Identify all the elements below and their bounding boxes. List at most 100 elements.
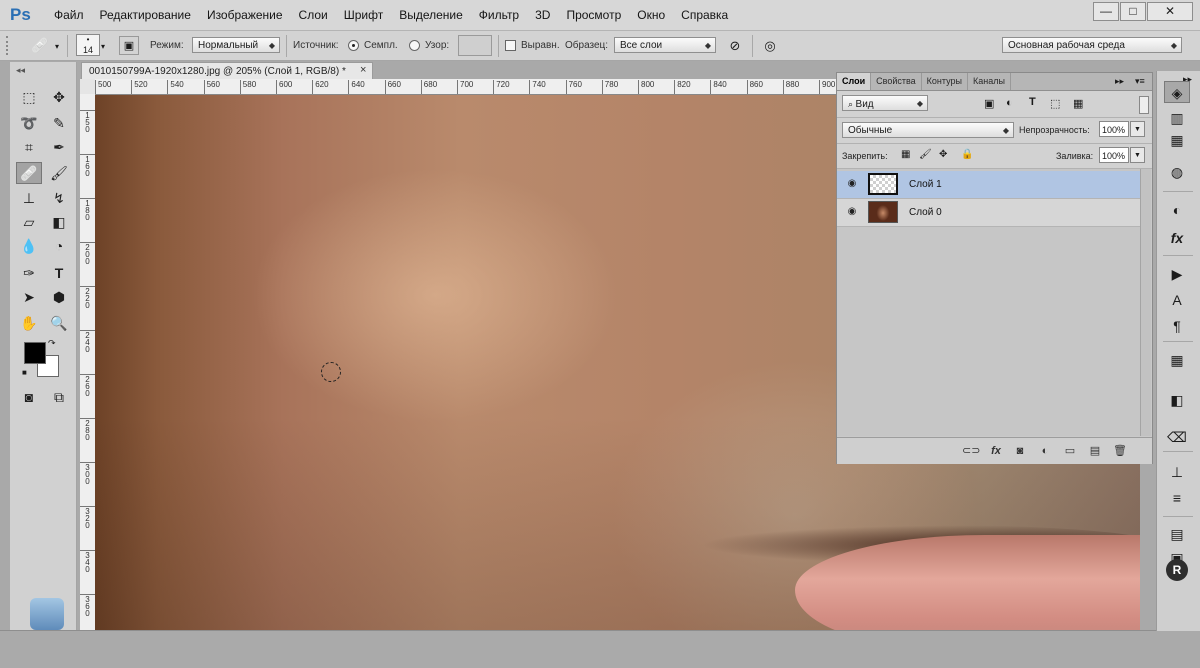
mask-icon[interactable]: ◙ <box>1013 444 1027 458</box>
actions-icon[interactable]: ▶ <box>1164 263 1190 285</box>
clone-stamp-tool-icon[interactable]: ⊥ <box>18 187 40 209</box>
spot-healing-tool-icon[interactable]: 🩹 <box>26 36 54 55</box>
menu-3d[interactable]: 3D <box>527 8 558 22</box>
adjustment-icon[interactable]: ◐ <box>1038 444 1052 458</box>
visibility-eye-icon[interactable]: ◉ <box>845 207 859 217</box>
filter-pixel-icon[interactable]: ▣ <box>984 97 994 110</box>
fx-icon[interactable]: fx <box>1164 227 1190 249</box>
link-icon[interactable]: ⊂⊃ <box>962 444 980 458</box>
menu-layers[interactable]: Слои <box>291 8 336 22</box>
collapse-toolbox-icon[interactable]: ◂◂ <box>16 65 25 76</box>
dodge-tool-icon[interactable]: ◔ <box>48 235 70 257</box>
crop-tool-icon[interactable]: ⌗ <box>18 136 40 158</box>
tab-channels[interactable]: Каналы <box>968 73 1011 90</box>
menu-file[interactable]: Файл <box>46 8 92 22</box>
layer-row-0[interactable]: ◉ Слой 0 <box>837 199 1140 227</box>
menu-image[interactable]: Изображение <box>199 8 291 22</box>
lock-transparency-icon[interactable]: ▦ <box>901 149 910 160</box>
source-sampled-radio[interactable] <box>348 40 359 51</box>
minimize-button[interactable]: — <box>1093 2 1119 21</box>
layers-icon[interactable]: ◈ <box>1164 81 1190 103</box>
quick-mask-icon[interactable]: ◙ <box>18 386 40 408</box>
brush-size-picker[interactable]: • 14 <box>76 34 100 56</box>
hand-tool-icon[interactable]: ✋ <box>18 312 40 334</box>
layer-name[interactable]: Слой 1 <box>909 179 942 190</box>
lock-all-icon[interactable]: 🔒 <box>961 149 973 160</box>
trash-icon[interactable]: 🗑 <box>1113 444 1127 458</box>
r-icon[interactable]: R <box>1166 559 1188 581</box>
menu-edit[interactable]: Редактирование <box>92 8 199 22</box>
brush-picker-arrow-icon[interactable]: ▾ <box>101 42 105 51</box>
quick-select-tool-icon[interactable]: ✎ <box>48 112 70 134</box>
zoom-tool-icon[interactable]: 🔍 <box>48 312 70 334</box>
filter-toggle[interactable] <box>1139 96 1149 114</box>
lock-pixels-icon[interactable]: 🖌 <box>919 149 932 160</box>
adjust-icon[interactable]: ▥ <box>1164 107 1190 129</box>
source-pattern-radio[interactable] <box>409 40 420 51</box>
group-icon[interactable]: ▭ <box>1063 444 1077 458</box>
eyedropper-tool-icon[interactable]: ✒ <box>48 136 70 158</box>
filter-smart-object-icon[interactable]: ▦ <box>1073 97 1083 110</box>
move-tool-icon[interactable]: ✥ <box>48 86 70 108</box>
foreground-color-swatch[interactable] <box>24 342 46 364</box>
fill-input[interactable]: 100% <box>1099 147 1129 163</box>
pattern-picker[interactable] <box>458 35 492 56</box>
tool-presets-icon[interactable]: ◧ <box>1164 389 1190 411</box>
visibility-eye-icon[interactable]: ◉ <box>845 179 859 189</box>
fx-icon[interactable]: fx <box>989 444 1003 458</box>
new-layer-icon[interactable]: ▤ <box>1088 444 1102 458</box>
character-icon[interactable]: A <box>1164 289 1190 311</box>
notes-icon[interactable]: ≡ <box>1164 487 1190 509</box>
pen-tool-icon[interactable]: ✑ <box>18 262 40 284</box>
document-tab[interactable]: 0010150799A-1920x1280.jpg @ 205% (Слой 1… <box>81 62 373 79</box>
navigator-icon[interactable] <box>1164 356 1190 378</box>
panel-menu-icon[interactable]: ▾≡ <box>1135 76 1145 87</box>
path-select-tool-icon[interactable]: ➤ <box>18 286 40 308</box>
filter-type-icon[interactable]: T <box>1029 96 1036 108</box>
menu-window[interactable]: Окно <box>629 8 673 22</box>
document-close-button[interactable]: × <box>360 62 366 79</box>
styles-icon[interactable]: ▦ <box>1164 129 1190 151</box>
opacity-input[interactable]: 100% <box>1099 121 1129 137</box>
menu-help[interactable]: Справка <box>673 8 736 22</box>
restore-button[interactable]: □ <box>1120 2 1146 21</box>
clone-source-icon[interactable]: ⊥ <box>1164 461 1190 483</box>
marquee-tool-icon[interactable]: ⬚ <box>18 86 40 108</box>
tab-paths[interactable]: Контуры <box>922 73 968 90</box>
lock-position-icon[interactable]: ✥ <box>939 149 947 160</box>
info-icon[interactable]: ▤ <box>1164 523 1190 545</box>
aligned-checkbox[interactable] <box>505 40 516 51</box>
menu-view[interactable]: Просмотр <box>558 8 629 22</box>
close-button[interactable]: ✕ <box>1147 2 1193 21</box>
layer-name[interactable]: Слой 0 <box>909 207 942 218</box>
tool-preset-arrow-icon[interactable]: ▾ <box>55 42 59 51</box>
horizontal-ruler[interactable]: 500 520 540 560 580 600 620 640 660 680 700 720 740 7… <box>95 79 837 95</box>
spot-healing-tool-icon[interactable]: 🩹 <box>16 162 42 184</box>
brush-panel-toggle-icon[interactable]: ▣ <box>119 36 139 55</box>
pressure-size-icon[interactable]: ◎ <box>760 36 780 55</box>
default-colors-icon[interactable]: ■ <box>22 368 27 377</box>
history-brush-tool-icon[interactable]: ↯ <box>48 187 70 209</box>
menu-type[interactable]: Шрифт <box>336 8 391 22</box>
brush-tool-icon[interactable]: 🖌 <box>48 162 70 184</box>
filter-adjustment-icon[interactable]: ◐ <box>1006 97 1013 109</box>
workspace-select[interactable]: Основная рабочая среда ◆ <box>1002 37 1182 53</box>
panel-collapse-icon[interactable]: ▸▸ <box>1115 76 1124 87</box>
histogram-icon[interactable]: ◐ <box>1164 199 1190 221</box>
screen-mode-icon[interactable]: ⧉ <box>48 386 70 408</box>
menu-filter[interactable]: Фильтр <box>471 8 527 22</box>
layer-filter-select[interactable]: ⌕ Вид ◆ <box>842 95 928 111</box>
filter-shape-icon[interactable]: ⬚ <box>1050 97 1060 110</box>
blend-mode-select[interactable]: Обычные ◆ <box>842 122 1014 138</box>
layers-scrollbar[interactable] <box>1140 169 1151 436</box>
gradient-tool-icon[interactable]: ◧ <box>48 211 70 233</box>
color-icon[interactable]: ◍ <box>1164 161 1190 183</box>
fill-dropdown-icon[interactable]: ▼ <box>1130 147 1145 163</box>
tab-layers[interactable]: Слои <box>837 73 872 90</box>
type-tool-icon[interactable]: T <box>48 262 70 284</box>
sample-select[interactable]: Все слои ◆ <box>614 37 716 53</box>
tab-properties[interactable]: Свойства <box>871 73 922 90</box>
opacity-dropdown-icon[interactable]: ▼ <box>1130 121 1145 137</box>
eraser-tool-icon[interactable]: ▱ <box>18 211 40 233</box>
shape-tool-icon[interactable]: ⬢ <box>48 286 70 308</box>
